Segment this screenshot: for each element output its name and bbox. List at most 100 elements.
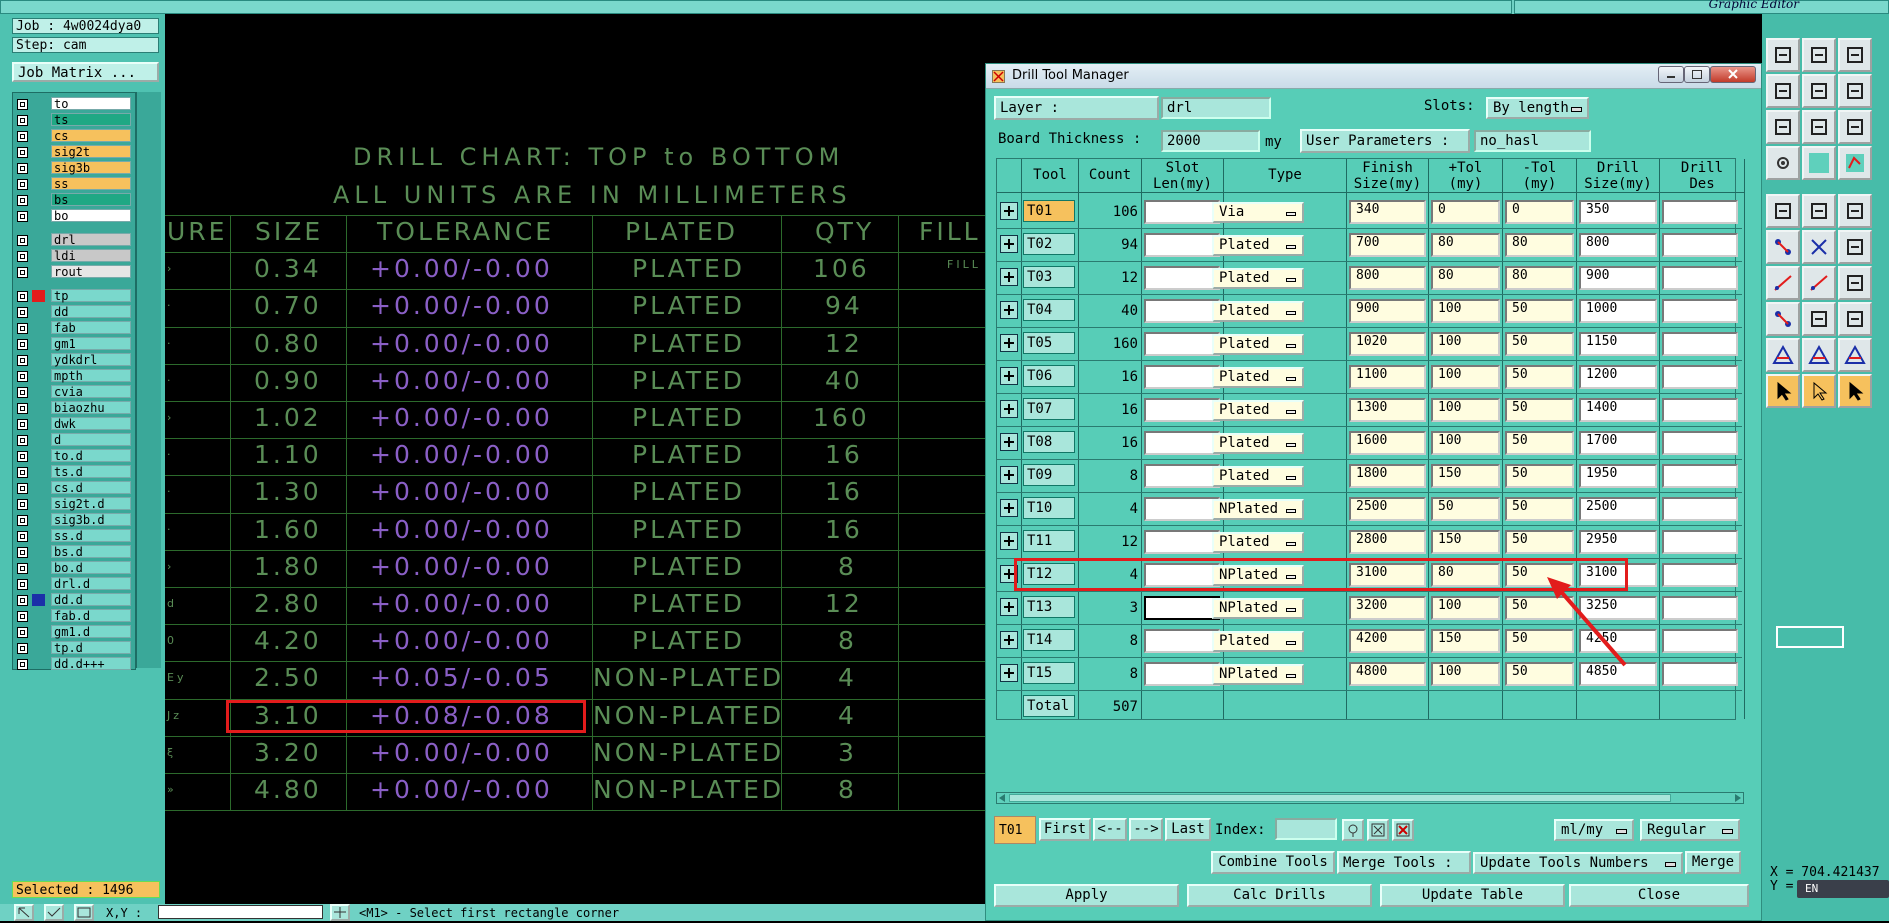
layer-row[interactable]: fab.d	[15, 609, 135, 623]
minus-tol-input[interactable]: 50	[1505, 299, 1574, 323]
layer-name[interactable]: bs.d	[51, 545, 131, 559]
layer-row[interactable]: to.d	[15, 449, 135, 463]
type-dropdown[interactable]: Plated	[1212, 268, 1304, 289]
plus-tol-input[interactable]: 100	[1431, 431, 1500, 455]
type-dropdown[interactable]: Plated	[1212, 367, 1304, 388]
layer-checkbox[interactable]	[17, 435, 28, 446]
layer-checkbox[interactable]	[17, 211, 28, 222]
layer-checkbox[interactable]	[17, 99, 28, 110]
layer-checkbox[interactable]	[17, 267, 28, 278]
check-tool-button[interactable]	[44, 904, 64, 921]
user-parameters-input[interactable]: no_hasl	[1474, 130, 1591, 152]
job-matrix-button[interactable]: Job Matrix ...	[12, 62, 159, 82]
tool-id[interactable]: T03	[1023, 266, 1075, 288]
prev-button[interactable]: <--	[1093, 818, 1127, 841]
layer-checkbox[interactable]	[17, 179, 28, 190]
finish-size-input[interactable]: 700	[1349, 233, 1426, 257]
select-orange-button[interactable]	[1838, 374, 1872, 408]
layer-row[interactable]: dd.d+++	[15, 657, 135, 671]
layer-row[interactable]: cs.d	[15, 481, 135, 495]
layer-name[interactable]: cs.d	[51, 481, 131, 495]
minus-tol-input[interactable]: 50	[1505, 332, 1574, 356]
layer-name[interactable]: cs	[51, 129, 131, 143]
expand-row-button[interactable]	[1000, 334, 1018, 352]
plus-tol-input[interactable]: 80	[1431, 233, 1500, 257]
minus-tol-input[interactable]: 50	[1505, 497, 1574, 521]
layer-row[interactable]: ts.d	[15, 465, 135, 479]
finish-size-input[interactable]: 900	[1349, 299, 1426, 323]
table-row[interactable]: T11 12 Plated 2800 150 50 2950	[997, 525, 1742, 559]
layer-checkbox[interactable]	[17, 371, 28, 382]
layer-row[interactable]: drl	[15, 233, 135, 247]
minus-tol-input[interactable]: 80	[1505, 233, 1574, 257]
layer-checkbox[interactable]	[17, 627, 28, 638]
drill-size-input[interactable]: 1400	[1579, 398, 1657, 422]
point-button[interactable]	[1766, 302, 1800, 336]
drill-des-input[interactable]	[1662, 497, 1738, 521]
drill-des-input[interactable]	[1662, 266, 1738, 290]
drill-size-input[interactable]: 2950	[1579, 530, 1657, 554]
layer-row[interactable]: ss.d	[15, 529, 135, 543]
layer-name[interactable]: dd.d	[51, 593, 131, 607]
layer-row[interactable]: ldi	[15, 249, 135, 263]
layer-row[interactable]: bo.d	[15, 561, 135, 575]
layer-name[interactable]: sig2t	[51, 145, 131, 159]
window-tool-button[interactable]	[74, 904, 94, 921]
layer-row[interactable]: gm1	[15, 337, 135, 351]
layer-name[interactable]: tp.d	[51, 641, 131, 655]
minus-tol-input[interactable]: 50	[1505, 398, 1574, 422]
layer-checkbox[interactable]	[17, 235, 28, 246]
layer-row[interactable]: fab	[15, 321, 135, 335]
update-table-button[interactable]: Update Table	[1380, 884, 1565, 907]
clear-tool-button[interactable]	[1367, 819, 1389, 841]
slot-length-input[interactable]	[1144, 365, 1220, 389]
drill-des-input[interactable]	[1662, 200, 1738, 224]
layer-row[interactable]: bs	[15, 193, 135, 207]
layer-row[interactable]: d	[15, 433, 135, 447]
drill-size-input[interactable]: 1000	[1579, 299, 1657, 323]
expand-row-button[interactable]	[1000, 433, 1018, 451]
layer-checkbox[interactable]	[17, 643, 28, 654]
table-hscrollbar[interactable]	[996, 792, 1744, 804]
drill-size-input[interactable]: 1950	[1579, 464, 1657, 488]
expand-row-button[interactable]	[1000, 664, 1018, 682]
drill-des-input[interactable]	[1662, 431, 1738, 455]
table-row[interactable]: T05 160 Plated 1020 100 50 1150	[997, 327, 1742, 361]
units-dropdown[interactable]: ml/my	[1554, 819, 1634, 841]
layer-row[interactable]: sig2t.d	[15, 497, 135, 511]
layer-checkbox[interactable]	[17, 611, 28, 622]
layer-name[interactable]: rout	[51, 265, 131, 279]
home-button[interactable]	[1838, 38, 1872, 72]
drill-des-input[interactable]	[1662, 398, 1738, 422]
slot-length-input[interactable]	[1144, 596, 1220, 620]
layer-name[interactable]: fab	[51, 321, 131, 335]
node-button[interactable]	[1766, 230, 1800, 264]
drill-size-input[interactable]: 1200	[1579, 365, 1657, 389]
finish-size-input[interactable]: 3200	[1349, 596, 1426, 620]
finish-size-input[interactable]: 1100	[1349, 365, 1426, 389]
drill-size-input[interactable]: 1700	[1579, 431, 1657, 455]
link-button[interactable]	[1838, 230, 1872, 264]
layer-name[interactable]: ss.d	[51, 529, 131, 543]
layer-checkbox[interactable]	[17, 307, 28, 318]
expand-row-button[interactable]	[1000, 532, 1018, 550]
plus-tol-input[interactable]: 100	[1431, 365, 1500, 389]
drill-des-input[interactable]	[1662, 662, 1738, 686]
table-row[interactable]: T08 16 Plated 1600 100 50 1700	[997, 426, 1742, 460]
layer-checkbox[interactable]	[17, 659, 28, 670]
layer-name[interactable]: gm1	[51, 337, 131, 351]
layer-checkbox[interactable]	[17, 339, 28, 350]
layer-name[interactable]: dwk	[51, 417, 131, 431]
table-row[interactable]: T01 106 Via 340 0 0 350	[997, 195, 1742, 229]
open-button[interactable]	[1766, 38, 1800, 72]
line-button[interactable]	[1766, 266, 1800, 300]
delete-tool-button[interactable]	[1392, 819, 1414, 841]
layer-checkbox[interactable]	[17, 419, 28, 430]
layer-row[interactable]: cs	[15, 129, 135, 143]
layer-name[interactable]: cvia	[51, 385, 131, 399]
tool-id[interactable]: T08	[1023, 431, 1075, 453]
layer-row[interactable]: biaozhu	[15, 401, 135, 415]
tri2-button[interactable]	[1802, 338, 1836, 372]
minus-tol-input[interactable]: 50	[1505, 530, 1574, 554]
type-dropdown[interactable]: Plated	[1212, 400, 1304, 421]
